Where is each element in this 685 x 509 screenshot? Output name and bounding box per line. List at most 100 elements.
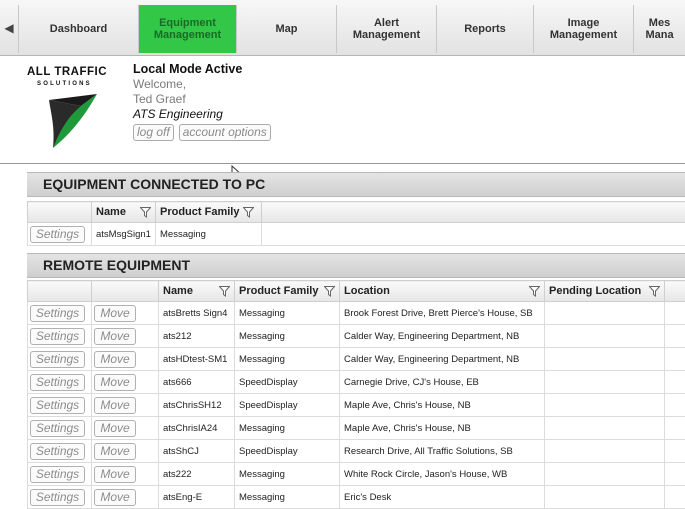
move-button[interactable]: Move <box>94 466 136 483</box>
cell-location: White Rock Circle, Jason's House, WB <box>340 463 545 486</box>
cell-name: ats222 <box>159 463 235 486</box>
table-row: SettingsMoveatsHDtest-SM1MessagingCalder… <box>28 348 685 371</box>
cell-overflow <box>665 486 685 509</box>
remote-section-title: REMOTE EQUIPMENT <box>27 253 685 278</box>
cell-pending-location <box>545 417 665 440</box>
tab-message-management[interactable]: Mes Mana <box>633 5 685 53</box>
column-header-move <box>92 281 159 302</box>
cell-product-family: Messaging <box>235 486 340 509</box>
remote-equipment-table: Name Product Family Location Pending Loc… <box>27 280 685 509</box>
cell-name: atsShCJ <box>159 440 235 463</box>
table-row: SettingsMoveatsBretts Sign4MessagingBroo… <box>28 302 685 325</box>
cell-pending-location <box>545 325 665 348</box>
settings-button[interactable]: Settings <box>30 351 85 368</box>
filter-icon[interactable] <box>649 286 660 297</box>
nav-tabs: DashboardEquipment ManagementMapAlert Ma… <box>18 5 685 53</box>
column-header-product-family[interactable]: Product Family <box>156 202 262 223</box>
cell-product-family: Messaging <box>235 417 340 440</box>
cell-pending-location <box>545 348 665 371</box>
cell-product-family: SpeedDisplay <box>235 371 340 394</box>
move-button[interactable]: Move <box>94 420 136 437</box>
welcome-greeting: Welcome, <box>133 77 276 92</box>
settings-button[interactable]: Settings <box>30 443 85 460</box>
cell-overflow <box>665 463 685 486</box>
cell-name: ats212 <box>159 325 235 348</box>
column-header-empty <box>262 202 685 223</box>
cell-overflow <box>665 394 685 417</box>
company-logo: ALL TRAFFIC SOLUTIONS <box>27 66 125 154</box>
tab-dashboard[interactable]: Dashboard <box>18 5 138 53</box>
cell-overflow <box>665 440 685 463</box>
filter-icon[interactable] <box>243 207 254 218</box>
cell-overflow <box>665 325 685 348</box>
column-header-pending-location[interactable]: Pending Location <box>545 281 665 302</box>
column-header-settings <box>28 281 92 302</box>
logo-text-secondary: SOLUTIONS <box>37 81 92 87</box>
column-header-location[interactable]: Location <box>340 281 545 302</box>
nav-scroll-left-icon[interactable]: ◀ <box>0 5 18 51</box>
cell-product-family: Messaging <box>235 348 340 371</box>
move-button[interactable]: Move <box>94 305 136 322</box>
column-header-name[interactable]: Name <box>159 281 235 302</box>
cell-overflow <box>665 417 685 440</box>
move-button[interactable]: Move <box>94 374 136 391</box>
settings-button[interactable]: Settings <box>30 466 85 483</box>
column-header-name[interactable]: Name <box>92 202 156 223</box>
tab-alert-management[interactable]: Alert Management <box>336 5 436 53</box>
cell-name: atsBretts Sign4 <box>159 302 235 325</box>
cell-pending-location <box>545 302 665 325</box>
cell-product-family: Messaging <box>235 325 340 348</box>
filter-icon[interactable] <box>140 207 151 218</box>
settings-button[interactable]: Settings <box>30 305 85 322</box>
tab-image-management[interactable]: Image Management <box>533 5 633 53</box>
cell-product-family: SpeedDisplay <box>235 440 340 463</box>
cell-pending-location <box>545 371 665 394</box>
cell-overflow <box>665 302 685 325</box>
log-off-button[interactable]: log off <box>133 124 174 141</box>
move-button[interactable]: Move <box>94 443 136 460</box>
cell-overflow <box>665 348 685 371</box>
table-row: SettingsMoveats212MessagingCalder Way, E… <box>28 325 685 348</box>
account-options-button[interactable]: account options <box>179 124 271 141</box>
cell-name: atsEng-E <box>159 486 235 509</box>
column-header-overflow <box>665 281 685 302</box>
table-row: SettingsMoveats666SpeedDisplayCarnegie D… <box>28 371 685 394</box>
cell-name: atsChrisIA24 <box>159 417 235 440</box>
filter-icon[interactable] <box>529 286 540 297</box>
filter-icon[interactable] <box>324 286 335 297</box>
move-button[interactable]: Move <box>94 489 136 506</box>
settings-button[interactable]: Settings <box>30 374 85 391</box>
settings-button[interactable]: Settings <box>30 226 85 243</box>
cell-product-family: Messaging <box>156 223 262 246</box>
top-navigation: ◀ DashboardEquipment ManagementMapAlert … <box>0 0 685 56</box>
cell-location: Brook Forest Drive, Brett Pierce's House… <box>340 302 545 325</box>
cell-product-family: SpeedDisplay <box>235 394 340 417</box>
cell-name: atsChrisSH12 <box>159 394 235 417</box>
settings-button[interactable]: Settings <box>30 397 85 414</box>
move-button[interactable]: Move <box>94 328 136 345</box>
cell-pending-location <box>545 440 665 463</box>
column-header-actions <box>28 202 92 223</box>
welcome-panel: Local Mode Active Welcome, Ted Graef ATS… <box>133 62 276 141</box>
column-header-product-family[interactable]: Product Family <box>235 281 340 302</box>
settings-button[interactable]: Settings <box>30 328 85 345</box>
mode-status: Local Mode Active <box>133 62 276 77</box>
settings-button[interactable]: Settings <box>30 420 85 437</box>
cell-pending-location <box>545 463 665 486</box>
cell-name: ats666 <box>159 371 235 394</box>
connected-equipment-table: Name Product Family SettingsatsMsgSign1M… <box>27 201 685 246</box>
cell-pending-location <box>545 486 665 509</box>
tab-map[interactable]: Map <box>236 5 336 53</box>
tab-equipment-management[interactable]: Equipment Management <box>138 5 236 53</box>
move-button[interactable]: Move <box>94 351 136 368</box>
cell-location: Eric's Desk <box>340 486 545 509</box>
settings-button[interactable]: Settings <box>30 489 85 506</box>
move-button[interactable]: Move <box>94 397 136 414</box>
tab-reports[interactable]: Reports <box>436 5 533 53</box>
cell-location: Maple Ave, Chris's House, NB <box>340 417 545 440</box>
header-divider <box>0 163 685 164</box>
table-row: SettingsatsMsgSign1Messaging <box>28 223 685 246</box>
cell-overflow <box>665 371 685 394</box>
table-row: SettingsMoveatsChrisSH12SpeedDisplayMapl… <box>28 394 685 417</box>
filter-icon[interactable] <box>219 286 230 297</box>
